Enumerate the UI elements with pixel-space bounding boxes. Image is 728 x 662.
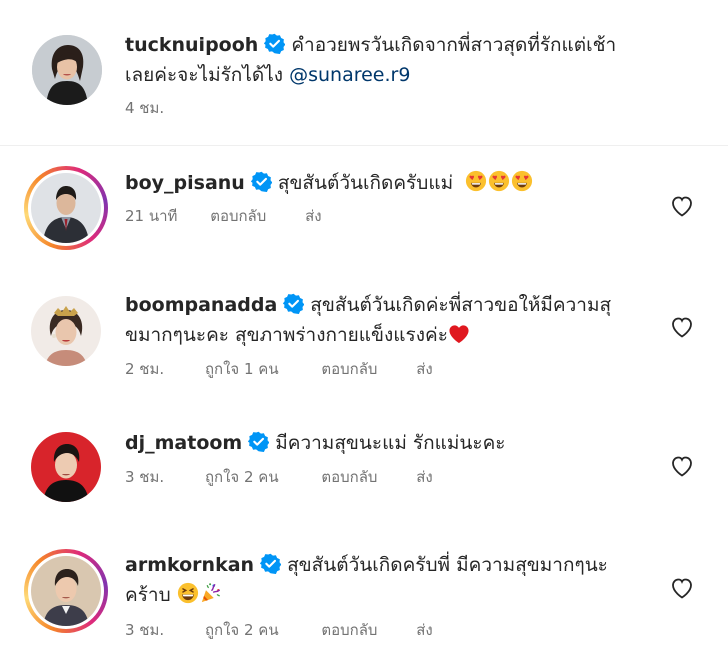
avatar[interactable]	[31, 432, 101, 502]
comment-line-1: armkornkan สุขสันต์วันเกิดครับพี่ มีความส…	[125, 550, 665, 580]
username[interactable]: dj_matoom	[125, 432, 242, 454]
verified-badge-icon	[248, 431, 269, 452]
comment-line-1: dj_matoom มีความสุขนะแม่ รักแม่นะคะ	[125, 428, 645, 458]
verified-badge-icon	[264, 33, 285, 54]
send-button[interactable]: ส่ง	[305, 206, 321, 226]
timestamp: 3 ชม.	[125, 468, 165, 486]
avatar[interactable]	[31, 556, 101, 626]
comment-meta: 2 ชม. ถูกใจ 1 คน ตอบกลับ ส่ง	[125, 359, 433, 379]
post-caption: tucknuipooh คำอวยพรวันเกิดจากพี่สาวสุดที่…	[0, 0, 728, 145]
comment-text: armkornkan สุขสันต์วันเกิดครับพี่ มีความส…	[125, 550, 665, 610]
timestamp: 3 ชม.	[125, 621, 165, 639]
heart-outline-icon[interactable]	[670, 316, 694, 338]
username[interactable]: tucknuipooh	[125, 34, 258, 56]
reply-button[interactable]: ตอบกลับ	[321, 467, 377, 487]
reply-button[interactable]: ตอบกลับ	[321, 620, 377, 640]
comment-body: สุขสันต์วันเกิดครับแม่	[277, 172, 454, 194]
caption-line-2: เลยค่ะจะไม่รักได้ไง @sunaree.r9	[125, 60, 685, 90]
like-count[interactable]: ถูกใจ 2 คน	[205, 620, 279, 640]
avatar[interactable]	[31, 173, 101, 243]
timestamp: 4 ชม.	[125, 99, 165, 117]
heart-outline-icon[interactable]	[670, 577, 694, 599]
comment-meta: 21 นาที ตอบกลับ ส่ง	[125, 206, 322, 226]
username[interactable]: boompanadda	[125, 294, 277, 316]
verified-badge-icon	[251, 171, 272, 192]
reply-button[interactable]: ตอบกลับ	[210, 206, 266, 226]
comment-body-line-1: สุขสันต์วันเกิดครับพี่ มีความสุขมากๆนะ	[287, 554, 608, 576]
avatar[interactable]	[31, 296, 101, 366]
comment-line-2: ขมากๆนะคะ สุขภาพร่างกายแข็งแรงค่ะ	[125, 320, 665, 350]
comment-line-1: boompanadda สุขสันต์วันเกิดค่ะพี่สาวขอให้…	[125, 290, 665, 320]
caption-meta: 4 ชม.	[125, 98, 164, 118]
verified-badge-icon	[283, 293, 304, 314]
comment-meta: 3 ชม. ถูกใจ 2 คน ตอบกลับ ส่ง	[125, 467, 433, 487]
send-button[interactable]: ส่ง	[416, 467, 432, 487]
party-popper-emoji	[200, 582, 222, 604]
comment-body-line-1: สุขสันต์วันเกิดค่ะพี่สาวขอให้มีความสุ	[310, 294, 612, 316]
comment-line-1: boy_pisanu สุขสันต์วันเกิดครับแม่	[125, 168, 645, 198]
caption-text: tucknuipooh คำอวยพรวันเกิดจากพี่สาวสุดที่…	[125, 30, 685, 90]
divider	[0, 145, 728, 146]
grinning-squint-emoji	[177, 582, 199, 604]
comment-body-line-2: คร้าบ	[125, 584, 171, 606]
comment-text: boy_pisanu สุขสันต์วันเกิดครับแม่	[125, 168, 645, 198]
heart-eyes-emoji	[465, 170, 487, 192]
heart-eyes-emoji	[488, 170, 510, 192]
reply-button[interactable]: ตอบกลับ	[321, 359, 377, 379]
comment-body-line-2: ขมากๆนะคะ สุขภาพร่างกายแข็งแรงค่ะ	[125, 324, 448, 346]
send-button[interactable]: ส่ง	[416, 359, 432, 379]
red-heart-emoji	[448, 324, 470, 344]
caption-line-1: tucknuipooh คำอวยพรวันเกิดจากพี่สาวสุดที่…	[125, 30, 685, 60]
username[interactable]: armkornkan	[125, 554, 254, 576]
caption-text-line-1: คำอวยพรวันเกิดจากพี่สาวสุดที่รักแต่เช้า	[291, 34, 617, 56]
comment-meta: 3 ชม. ถูกใจ 2 คน ตอบกลับ ส่ง	[125, 620, 433, 640]
verified-badge-icon	[260, 553, 281, 574]
heart-outline-icon[interactable]	[670, 455, 694, 477]
heart-eyes-emoji	[511, 170, 533, 192]
timestamp: 2 ชม.	[125, 360, 165, 378]
comment-text: boompanadda สุขสันต์วันเกิดค่ะพี่สาวขอให้…	[125, 290, 665, 350]
like-count[interactable]: ถูกใจ 1 คน	[205, 359, 279, 379]
mention-link[interactable]: @sunaree.r9	[289, 64, 410, 86]
username[interactable]: boy_pisanu	[125, 172, 245, 194]
like-count[interactable]: ถูกใจ 2 คน	[205, 467, 279, 487]
comment-text: dj_matoom มีความสุขนะแม่ รักแม่นะคะ	[125, 428, 645, 458]
timestamp: 21 นาที	[125, 207, 178, 225]
send-button[interactable]: ส่ง	[416, 620, 432, 640]
avatar[interactable]	[32, 35, 102, 105]
comment-line-2: คร้าบ	[125, 580, 665, 610]
heart-outline-icon[interactable]	[670, 195, 694, 217]
comment-body: มีความสุขนะแม่ รักแม่นะคะ	[275, 432, 506, 454]
caption-text-line-2: เลยค่ะจะไม่รักได้ไง	[125, 64, 284, 86]
